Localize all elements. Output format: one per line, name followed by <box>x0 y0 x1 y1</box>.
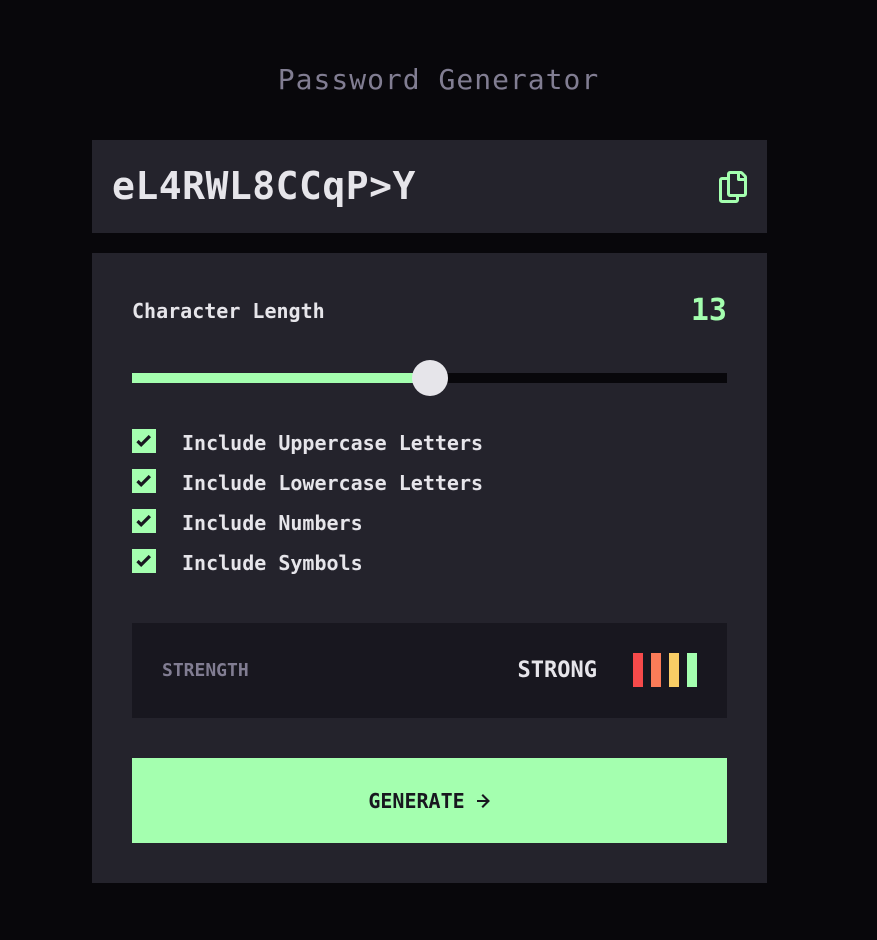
copy-icon <box>719 171 747 203</box>
copy-button[interactable] <box>719 171 747 203</box>
checkbox[interactable] <box>132 549 156 573</box>
generate-label: GENERATE <box>368 788 465 813</box>
option-label: Include Lowercase Letters <box>182 471 484 495</box>
option-label: Include Numbers <box>182 511 363 535</box>
strength-bar <box>669 653 679 687</box>
password-display: eL4RWL8CCqP>Y <box>92 140 767 233</box>
checkmark-icon <box>136 474 151 487</box>
strength-bar <box>651 653 661 687</box>
arrow-right-icon <box>476 793 491 808</box>
option-label: Include Symbols <box>182 551 363 575</box>
checkmark-icon <box>136 514 151 527</box>
generate-button[interactable]: GENERATE <box>132 758 727 843</box>
options-list: Include Uppercase Letters Include Lowerca… <box>132 423 483 583</box>
checkmark-icon <box>136 434 151 447</box>
page-title: Password Generator <box>277 63 600 96</box>
strength-value: STRONG <box>517 658 597 683</box>
option-row[interactable]: Include Numbers <box>132 503 483 543</box>
password-text: eL4RWL8CCqP>Y <box>112 164 416 208</box>
option-label: Include Uppercase Letters <box>182 431 484 455</box>
generator-panel: Character Length 13 Include Uppercase Le… <box>92 253 767 883</box>
checkbox[interactable] <box>132 509 156 533</box>
character-length-value: 13 <box>690 293 727 328</box>
option-row[interactable]: Include Symbols <box>132 543 483 583</box>
checkbox[interactable] <box>132 429 156 453</box>
option-row[interactable]: Include Lowercase Letters <box>132 463 483 503</box>
checkbox[interactable] <box>132 469 156 493</box>
slider-thumb[interactable] <box>411 360 448 396</box>
character-length-label: Character Length <box>132 299 325 323</box>
strength-bar <box>687 653 697 687</box>
strength-label: STRENGTH <box>162 660 249 681</box>
option-row[interactable]: Include Uppercase Letters <box>132 423 483 463</box>
strength-bars <box>625 653 697 687</box>
strength-meter: STRENGTH STRONG <box>132 623 727 718</box>
slider-fill <box>132 373 430 383</box>
strength-bar <box>633 653 643 687</box>
checkmark-icon <box>136 554 151 567</box>
character-length-slider[interactable] <box>132 360 727 396</box>
